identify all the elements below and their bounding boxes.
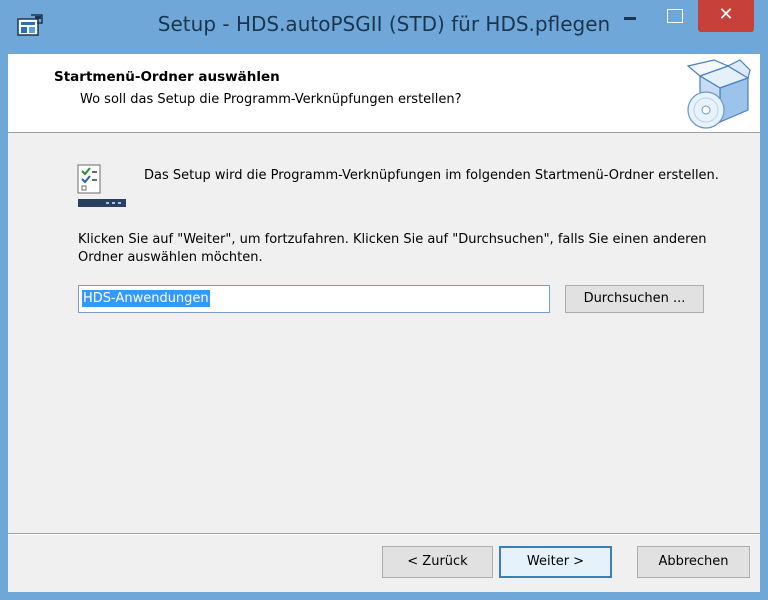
window-frame-right bbox=[760, 54, 768, 600]
window-frame-left bbox=[0, 54, 8, 600]
info-text: Das Setup wird die Programm-Verknüpfunge… bbox=[144, 168, 719, 183]
setup-window: Setup - HDS.autoPSGII (STD) für HDS.pfle… bbox=[0, 0, 768, 600]
window-frame-bottom bbox=[0, 592, 768, 600]
wizard-content: Das Setup wird die Programm-Verknüpfunge… bbox=[8, 133, 760, 533]
maximize-button[interactable] bbox=[655, 0, 695, 32]
setup-box-cd-icon bbox=[686, 59, 751, 129]
title-bar[interactable]: Setup - HDS.autoPSGII (STD) für HDS.pfle… bbox=[0, 0, 768, 54]
minimize-icon bbox=[624, 17, 636, 20]
start-menu-folder-input[interactable]: HDS-Anwendungen bbox=[78, 285, 550, 313]
close-icon: ✕ bbox=[718, 4, 734, 25]
maximize-icon bbox=[667, 9, 683, 23]
hint-text: Klicken Sie auf "Weiter", um fortzufahre… bbox=[78, 232, 707, 265]
footer-separator bbox=[8, 533, 760, 535]
start-menu-folder-icon bbox=[77, 164, 126, 207]
next-button[interactable]: Weiter > bbox=[499, 546, 612, 578]
wizard-header: Startmenü-Ordner auswählen Wo soll das S… bbox=[8, 54, 760, 133]
cancel-button[interactable]: Abbrechen bbox=[637, 546, 750, 578]
minimize-button[interactable] bbox=[610, 0, 650, 32]
close-button[interactable]: ✕ bbox=[698, 0, 754, 32]
window-title: Setup - HDS.autoPSGII (STD) für HDS.pfle… bbox=[157, 12, 611, 36]
browse-button[interactable]: Durchsuchen ... bbox=[565, 285, 704, 313]
page-subtitle: Wo soll das Setup die Programm-Verknüpfu… bbox=[80, 92, 462, 107]
page-title: Startmenü-Ordner auswählen bbox=[54, 69, 280, 85]
back-button[interactable]: < Zurück bbox=[382, 546, 493, 578]
folder-input-value: HDS-Anwendungen bbox=[82, 290, 210, 307]
